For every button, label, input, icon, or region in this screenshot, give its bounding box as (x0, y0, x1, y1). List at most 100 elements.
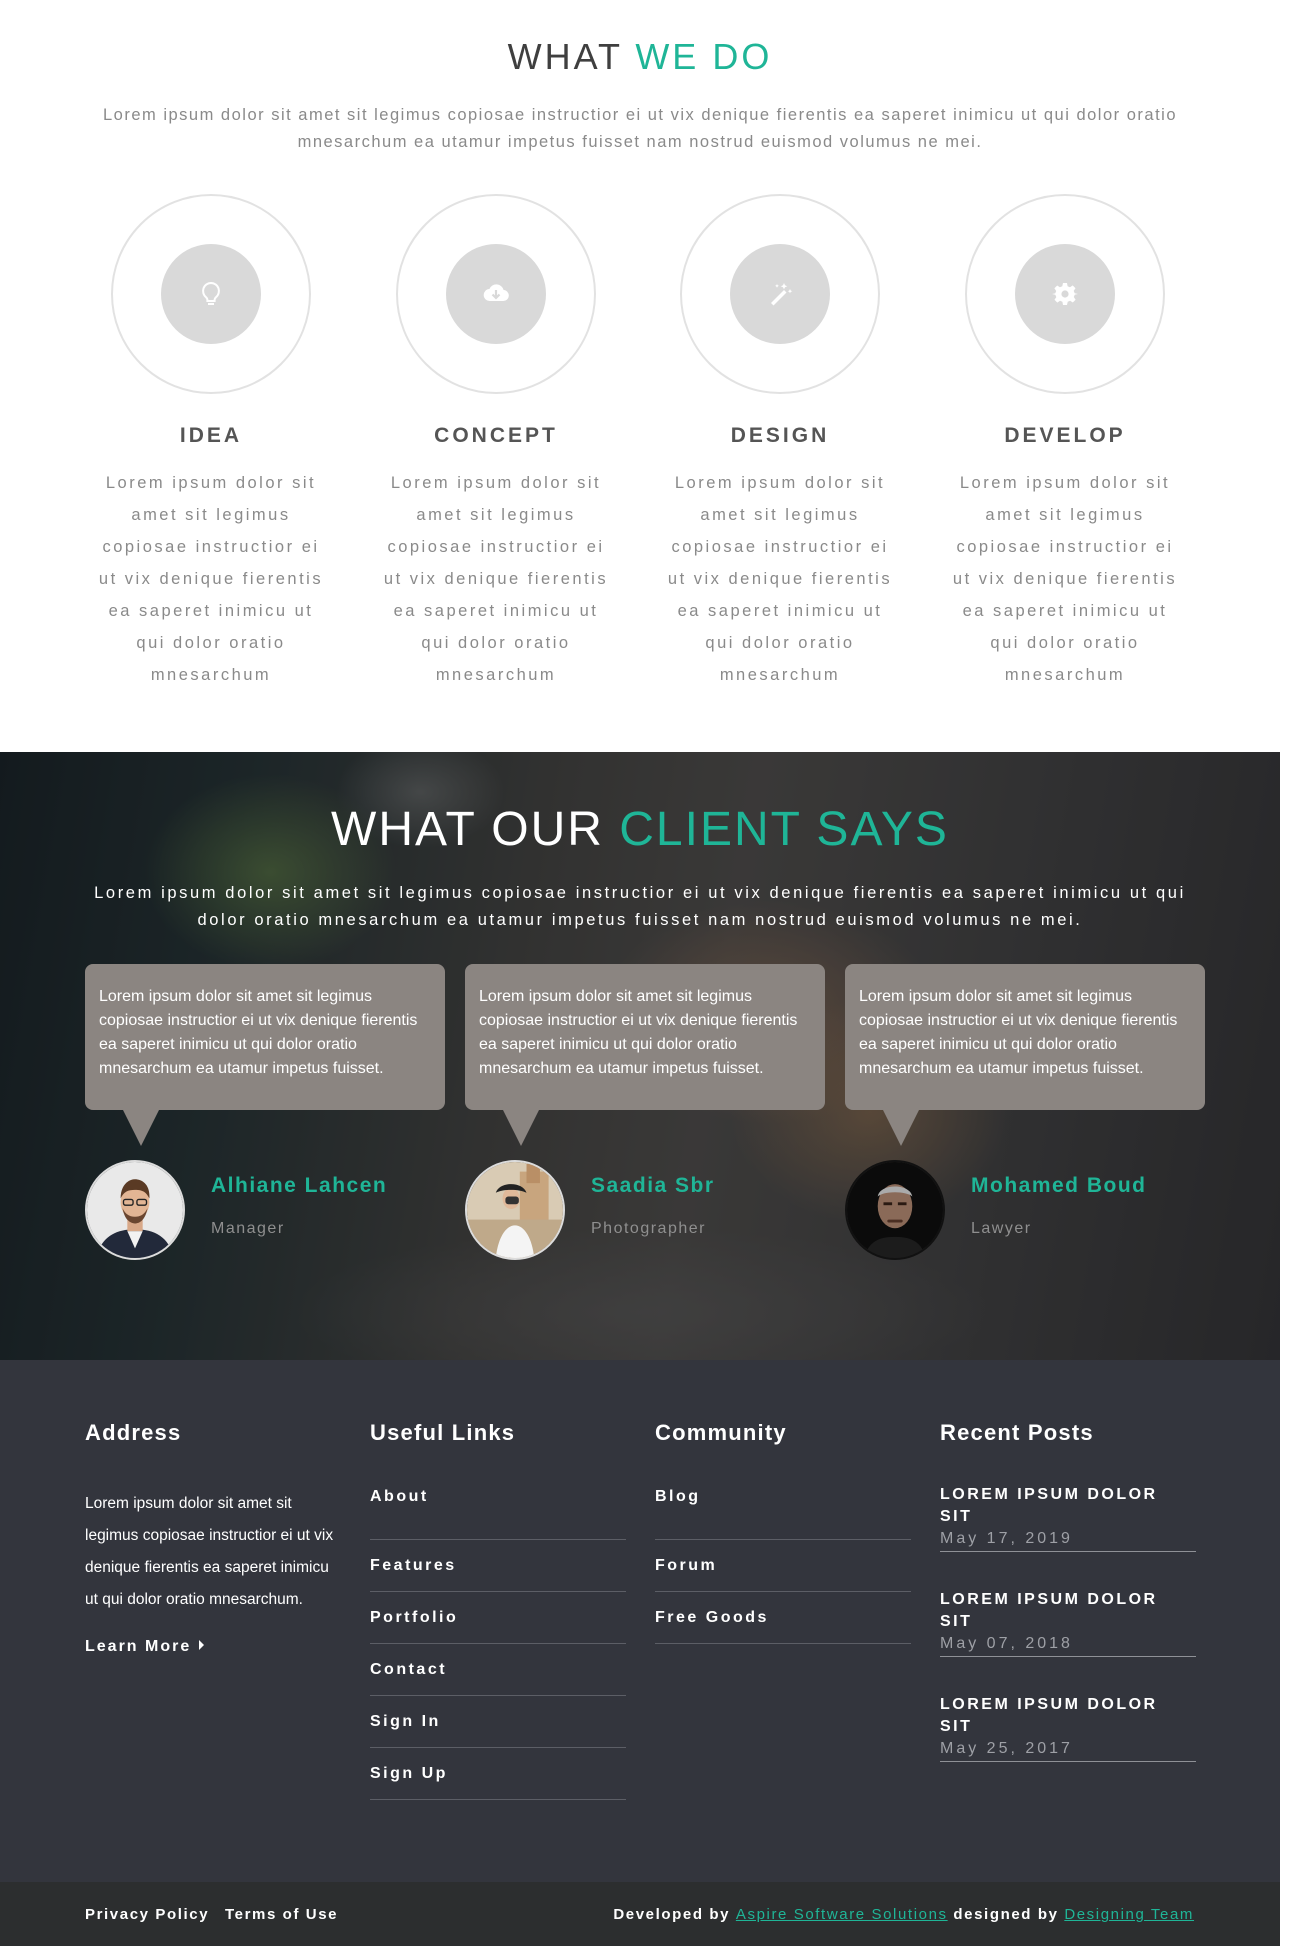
testimonial-quote: Lorem ipsum dolor sit amet sit legimus c… (845, 964, 1205, 1146)
list-item: Sign In (370, 1696, 626, 1748)
service-title: CONCEPT (434, 424, 558, 447)
gear-icon (1052, 283, 1078, 305)
testimonials-section: WHAT OUR CLIENT SAYS Lorem ipsum dolor s… (0, 752, 1280, 1360)
address-text: Lorem ipsum dolor sit amet sit legimus c… (85, 1495, 334, 1608)
post-date: May 07, 2018 (940, 1635, 1073, 1652)
list-item: Sign Up (370, 1748, 626, 1800)
title-main: WHAT (507, 36, 623, 77)
bottom-bar: Privacy Policy Terms of Use Developed by… (0, 1882, 1280, 1946)
testimonials-title: WHAT OUR CLIENT SAYS (0, 802, 1280, 857)
link-sign-up[interactable]: Sign Up (370, 1765, 448, 1783)
privacy-policy-link[interactable]: Privacy Policy (85, 1906, 209, 1923)
developed-by-label: Developed by (613, 1906, 731, 1923)
recent-post[interactable]: LOREM IPSUM DOLOR SIT May 25, 2017 (940, 1694, 1196, 1762)
recent-posts-heading: Recent Posts (940, 1420, 1094, 1445)
caret-right-icon (199, 1640, 205, 1650)
what-we-do-title: WHAT WE DO (0, 36, 1280, 78)
recent-posts-list: LOREM IPSUM DOLOR SIT May 17, 2019 LOREM… (940, 1484, 1196, 1762)
avatar (465, 1160, 565, 1260)
testimonials-intro: Lorem ipsum dolor sit amet sit legimus c… (94, 884, 1186, 929)
avatar (845, 1160, 945, 1260)
list-item: Features (370, 1540, 626, 1592)
link-blog[interactable]: Blog (655, 1488, 701, 1506)
recent-post[interactable]: LOREM IPSUM DOLOR SIT May 07, 2018 (940, 1589, 1196, 1657)
footer-useful-links-column: Useful Links About Features Portfolio Co… (370, 1420, 626, 1800)
testimonial-card: Lorem ipsum dolor sit amet sit legimus c… (465, 964, 825, 1260)
post-title[interactable]: LOREM IPSUM DOLOR SIT (940, 1589, 1196, 1633)
post-title[interactable]: LOREM IPSUM DOLOR SIT (940, 1694, 1196, 1738)
post-title[interactable]: LOREM IPSUM DOLOR SIT (940, 1484, 1196, 1528)
list-item: Blog (655, 1488, 911, 1540)
cloud-download-icon (483, 284, 509, 302)
link-sign-in[interactable]: Sign In (370, 1713, 441, 1731)
learn-more-link[interactable]: Learn More (85, 1638, 205, 1656)
service-idea: IDEA Lorem ipsum dolor sit amet sit legi… (91, 194, 331, 691)
service-icon-ring (111, 194, 311, 394)
service-icon-circle (730, 244, 830, 344)
title-main: WHAT OUR (331, 803, 604, 856)
what-we-do-section: WHAT WE DO Lorem ipsum dolor sit amet si… (0, 0, 1280, 752)
service-description: Lorem ipsum dolor sit amet sit legimus c… (952, 474, 1178, 684)
client-name: Mohamed Boud (971, 1174, 1147, 1197)
testimonial-card: Lorem ipsum dolor sit amet sit legimus c… (85, 964, 445, 1260)
service-design: DESIGN Lorem ipsum dolor sit amet sit le… (660, 194, 900, 691)
address-heading: Address (85, 1420, 182, 1445)
link-free-goods[interactable]: Free Goods (655, 1609, 769, 1627)
testimonial-quote: Lorem ipsum dolor sit amet sit legimus c… (465, 964, 825, 1146)
link-portfolio[interactable]: Portfolio (370, 1609, 458, 1627)
testimonial-card: Lorem ipsum dolor sit amet sit legimus c… (845, 964, 1205, 1260)
useful-links-list: About Features Portfolio Contact Sign In… (370, 1488, 626, 1800)
service-title: IDEA (179, 424, 243, 447)
client-role: Lawyer (971, 1220, 1032, 1237)
list-item: Free Goods (655, 1592, 911, 1644)
terms-of-use-link[interactable]: Terms of Use (225, 1906, 338, 1923)
list-item: Contact (370, 1644, 626, 1696)
service-icon-ring (965, 194, 1165, 394)
list-item: Portfolio (370, 1592, 626, 1644)
testimonial-quote: Lorem ipsum dolor sit amet sit legimus c… (85, 964, 445, 1146)
service-description: Lorem ipsum dolor sit amet sit legimus c… (383, 474, 609, 684)
post-date: May 25, 2017 (940, 1740, 1073, 1757)
list-item: Forum (655, 1540, 911, 1592)
client-role: Manager (211, 1220, 285, 1237)
designer-link[interactable]: Designing Team (1064, 1906, 1194, 1923)
service-title: DESIGN (730, 424, 830, 447)
service-icon-circle (1015, 244, 1115, 344)
magic-wand-icon (771, 283, 793, 306)
avatar (85, 1160, 185, 1260)
recent-post[interactable]: LOREM IPSUM DOLOR SIT May 17, 2019 (940, 1484, 1196, 1552)
service-icon-circle (161, 244, 261, 344)
service-icon-ring (680, 194, 880, 394)
community-list: Blog Forum Free Goods (655, 1488, 911, 1644)
footer-community-column: Community Blog Forum Free Goods (655, 1420, 911, 1644)
client-name: Alhiane Lahcen (211, 1174, 388, 1197)
community-heading: Community (655, 1420, 787, 1445)
developer-link[interactable]: Aspire Software Solutions (736, 1906, 948, 1923)
footer-address-column: Address Lorem ipsum dolor sit amet sit l… (85, 1420, 341, 1656)
link-contact[interactable]: Contact (370, 1661, 447, 1679)
credits: Developed by Aspire Software Solutions d… (613, 1906, 1194, 1923)
service-develop: DEVELOP Lorem ipsum dolor sit amet sit l… (945, 194, 1185, 691)
list-item: About (370, 1488, 626, 1540)
link-about[interactable]: About (370, 1488, 429, 1506)
designed-by-label: designed by (953, 1906, 1059, 1923)
footer: Address Lorem ipsum dolor sit amet sit l… (0, 1360, 1280, 1882)
what-we-do-intro: Lorem ipsum dolor sit amet sit legimus c… (102, 106, 1177, 151)
service-title: DEVELOP (1004, 424, 1126, 447)
lightbulb-icon (202, 281, 220, 305)
title-accent: CLIENT SAYS (619, 803, 949, 856)
link-features[interactable]: Features (370, 1557, 457, 1575)
link-forum[interactable]: Forum (655, 1557, 717, 1575)
client-role: Photographer (591, 1220, 706, 1237)
learn-more-label: Learn More (85, 1638, 192, 1655)
post-date: May 17, 2019 (940, 1530, 1073, 1547)
service-concept: CONCEPT Lorem ipsum dolor sit amet sit l… (376, 194, 616, 691)
footer-recent-posts-column: Recent Posts LOREM IPSUM DOLOR SIT May 1… (940, 1420, 1196, 1799)
title-accent: WE DO (635, 36, 773, 77)
service-icon-circle (446, 244, 546, 344)
service-icon-ring (396, 194, 596, 394)
client-name: Saadia Sbr (591, 1174, 715, 1197)
service-description: Lorem ipsum dolor sit amet sit legimus c… (98, 474, 324, 684)
service-description: Lorem ipsum dolor sit amet sit legimus c… (667, 474, 893, 684)
useful-links-heading: Useful Links (370, 1420, 516, 1445)
